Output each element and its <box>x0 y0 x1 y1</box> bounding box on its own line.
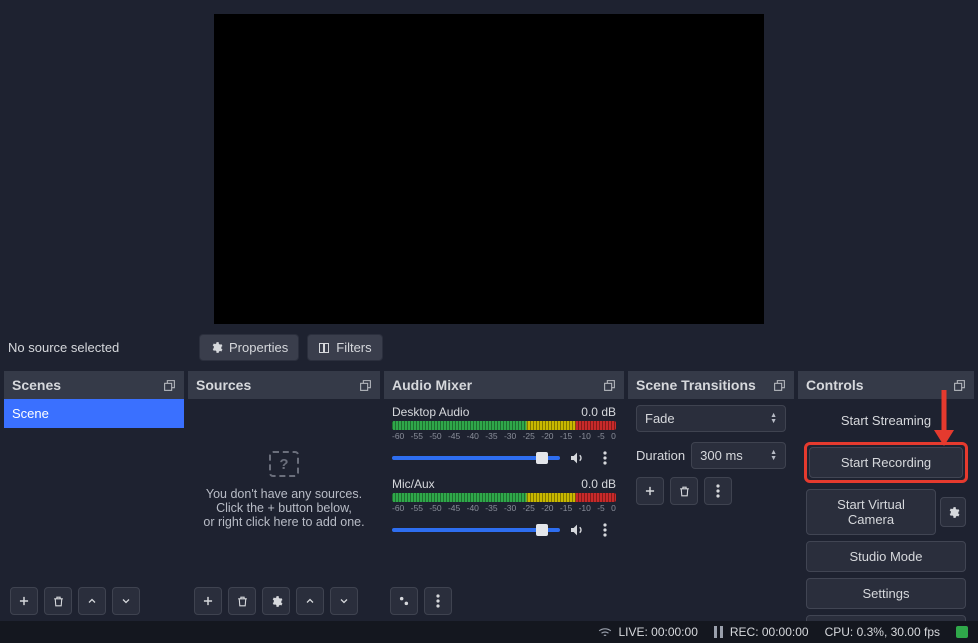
meter-ticks: -60-55-50-45-40-35-30-25-20-15-10-50 <box>392 503 616 513</box>
studio-mode-button[interactable]: Studio Mode <box>806 541 966 572</box>
sources-empty[interactable]: ? You don't have any sources. Click the … <box>188 399 380 581</box>
scenes-list[interactable]: Scene <box>4 399 184 581</box>
popout-icon[interactable] <box>953 379 966 392</box>
sources-empty-text: You don't have any sources. Click the + … <box>203 487 364 529</box>
status-indicator <box>956 626 968 638</box>
virtual-camera-settings-button[interactable] <box>940 497 966 527</box>
remove-scene-button[interactable] <box>44 587 72 615</box>
controls-body: Start Streaming Start Recording Start Vi… <box>798 399 974 621</box>
kebab-icon[interactable] <box>594 519 616 541</box>
controls-dock: Controls Start Streaming Start Recording… <box>798 371 974 621</box>
gear-icon <box>210 341 223 354</box>
spinner-icon: ▲▼ <box>770 413 777 425</box>
duration-input[interactable]: 300 ms ▲▼ <box>691 442 786 469</box>
filters-icon <box>318 342 330 354</box>
duration-value: 300 ms <box>700 448 743 463</box>
mixer-advanced-button[interactable] <box>390 587 418 615</box>
channel-name: Desktop Audio <box>392 405 469 419</box>
source-toolbar: No source selected Properties Filters <box>0 330 978 371</box>
preview-area <box>0 0 978 330</box>
scene-item[interactable]: Scene <box>4 399 184 428</box>
preview-canvas[interactable] <box>214 14 764 324</box>
status-live-text: LIVE: 00:00:00 <box>618 625 697 639</box>
transitions-header[interactable]: Scene Transitions <box>628 371 794 399</box>
add-source-button[interactable] <box>194 587 222 615</box>
status-cpu-text: CPU: 0.3%, 30.00 fps <box>825 625 940 639</box>
annotation-highlight: Start Recording <box>804 442 968 483</box>
filters-label: Filters <box>336 340 371 355</box>
scenes-dock: Scenes Scene <box>4 371 184 621</box>
sources-header[interactable]: Sources <box>188 371 380 399</box>
settings-button[interactable]: Settings <box>806 578 966 609</box>
transition-menu-button[interactable] <box>704 477 732 505</box>
remove-source-button[interactable] <box>228 587 256 615</box>
move-source-down-button[interactable] <box>330 587 358 615</box>
remove-transition-button[interactable] <box>670 477 698 505</box>
transitions-body: Fade ▲▼ Duration 300 ms ▲▼ <box>628 399 794 621</box>
status-rec: REC: 00:00:00 <box>714 625 809 639</box>
properties-button[interactable]: Properties <box>199 334 299 361</box>
volume-slider[interactable] <box>392 528 560 532</box>
popout-icon[interactable] <box>163 379 176 392</box>
scenes-header[interactable]: Scenes <box>4 371 184 399</box>
sources-empty-line1: You don't have any sources. <box>203 487 364 501</box>
meter-ticks: -60-55-50-45-40-35-30-25-20-15-10-50 <box>392 431 616 441</box>
transitions-title: Scene Transitions <box>636 377 756 393</box>
start-streaming-button[interactable]: Start Streaming <box>806 405 966 436</box>
mixer-channel-mic-aux: Mic/Aux 0.0 dB -60-55-50-45-40-35-30-25-… <box>384 471 624 543</box>
pause-icon <box>714 626 724 638</box>
popout-icon[interactable] <box>359 379 372 392</box>
popout-icon[interactable] <box>773 379 786 392</box>
transition-select[interactable]: Fade ▲▼ <box>636 405 786 432</box>
spinner-icon[interactable]: ▲▼ <box>770 450 777 462</box>
add-scene-button[interactable] <box>10 587 38 615</box>
speaker-icon[interactable] <box>566 519 588 541</box>
scenes-footer <box>4 581 184 621</box>
sources-dock: Sources ? You don't have any sources. Cl… <box>188 371 380 621</box>
scenes-title: Scenes <box>12 377 61 393</box>
sources-title: Sources <box>196 377 251 393</box>
move-scene-down-button[interactable] <box>112 587 140 615</box>
no-source-label: No source selected <box>6 340 191 355</box>
mixer-footer <box>384 581 624 621</box>
transition-selected: Fade <box>645 411 675 426</box>
mixer-channel-desktop-audio: Desktop Audio 0.0 dB -60-55-50-45-40-35-… <box>384 399 624 471</box>
properties-label: Properties <box>229 340 288 355</box>
popout-icon[interactable] <box>603 379 616 392</box>
volume-slider[interactable] <box>392 456 560 460</box>
transitions-dock: Scene Transitions Fade ▲▼ Duration 300 m… <box>628 371 794 621</box>
signal-icon <box>598 626 612 638</box>
mixer-body: Desktop Audio 0.0 dB -60-55-50-45-40-35-… <box>384 399 624 581</box>
move-source-up-button[interactable] <box>296 587 324 615</box>
status-cpu: CPU: 0.3%, 30.00 fps <box>825 625 940 639</box>
controls-title: Controls <box>806 377 864 393</box>
sources-placeholder-icon: ? <box>269 451 299 477</box>
filters-button[interactable]: Filters <box>307 334 382 361</box>
duration-label: Duration <box>636 448 685 463</box>
sources-empty-line3: or right click here to add one. <box>203 515 364 529</box>
sources-footer <box>188 581 380 621</box>
channel-level: 0.0 dB <box>581 477 616 491</box>
status-bar: LIVE: 00:00:00 REC: 00:00:00 CPU: 0.3%, … <box>0 621 978 643</box>
source-settings-button[interactable] <box>262 587 290 615</box>
mixer-title: Audio Mixer <box>392 377 472 393</box>
move-scene-up-button[interactable] <box>78 587 106 615</box>
audio-mixer-dock: Audio Mixer Desktop Audio 0.0 dB -60-55-… <box>384 371 624 621</box>
mixer-menu-button[interactable] <box>424 587 452 615</box>
speaker-icon[interactable] <box>566 447 588 469</box>
start-recording-button[interactable]: Start Recording <box>809 447 963 478</box>
sources-empty-line2: Click the + button below, <box>203 501 364 515</box>
mixer-header[interactable]: Audio Mixer <box>384 371 624 399</box>
start-virtual-camera-button[interactable]: Start Virtual Camera <box>806 489 936 535</box>
status-network: LIVE: 00:00:00 <box>598 625 697 639</box>
channel-name: Mic/Aux <box>392 477 435 491</box>
status-rec-text: REC: 00:00:00 <box>730 625 809 639</box>
vu-meter <box>392 493 616 502</box>
controls-header[interactable]: Controls <box>798 371 974 399</box>
kebab-icon[interactable] <box>594 447 616 469</box>
channel-level: 0.0 dB <box>581 405 616 419</box>
vu-meter <box>392 421 616 430</box>
add-transition-button[interactable] <box>636 477 664 505</box>
